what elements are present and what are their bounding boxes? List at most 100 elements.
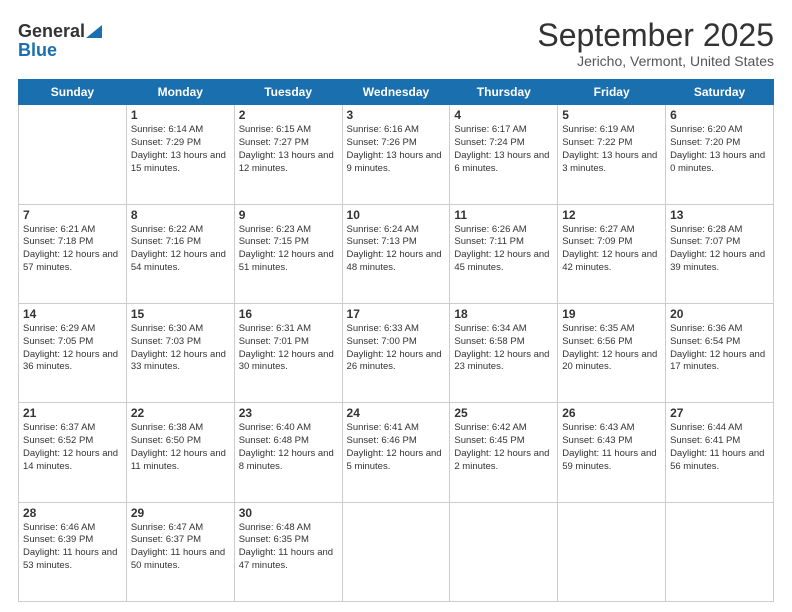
table-row: 11 Sunrise: 6:26 AM Sunset: 7:11 PM Dayli… bbox=[450, 204, 558, 303]
calendar-week-row: 21 Sunrise: 6:37 AM Sunset: 6:52 PM Dayli… bbox=[19, 403, 774, 502]
table-row bbox=[450, 502, 558, 601]
table-row: 1Sunrise: 6:14 AM Sunset: 7:29 PM Daylig… bbox=[126, 105, 234, 204]
day-number: 4 bbox=[454, 108, 553, 122]
table-row bbox=[666, 502, 774, 601]
day-number: 14 bbox=[23, 307, 122, 321]
cell-info: Sunrise: 6:37 AM Sunset: 6:52 PM Dayligh… bbox=[23, 422, 122, 473]
cell-info: Sunrise: 6:43 AM Sunset: 6:43 PM Dayligh… bbox=[562, 422, 661, 473]
day-number: 26 bbox=[562, 406, 661, 420]
calendar-table: Sunday Monday Tuesday Wednesday Thursday… bbox=[18, 79, 774, 602]
table-row: 4 Sunrise: 6:17 AM Sunset: 7:24 PM Daylig… bbox=[450, 105, 558, 204]
cell-info: Sunrise: 6:42 AM Sunset: 6:45 PM Dayligh… bbox=[454, 422, 553, 473]
day-number: 22 bbox=[131, 406, 230, 420]
table-row bbox=[342, 502, 450, 601]
day-number: 21 bbox=[23, 406, 122, 420]
col-tuesday: Tuesday bbox=[234, 80, 342, 105]
col-friday: Friday bbox=[558, 80, 666, 105]
day-number: 19 bbox=[562, 307, 661, 321]
table-row: 3Sunrise: 6:16 AM Sunset: 7:26 PM Daylig… bbox=[342, 105, 450, 204]
calendar-week-row: 7 Sunrise: 6:21 AM Sunset: 7:18 PM Daylig… bbox=[19, 204, 774, 303]
table-row: 6 Sunrise: 6:20 AM Sunset: 7:20 PM Daylig… bbox=[666, 105, 774, 204]
day-number: 30 bbox=[239, 506, 338, 520]
calendar-week-row: 1Sunrise: 6:14 AM Sunset: 7:29 PM Daylig… bbox=[19, 105, 774, 204]
logo-general: General bbox=[18, 22, 85, 40]
month-title: September 2025 bbox=[537, 18, 774, 53]
table-row: 5 Sunrise: 6:19 AM Sunset: 7:22 PM Daylig… bbox=[558, 105, 666, 204]
cell-info: Sunrise: 6:41 AM Sunset: 6:46 PM Dayligh… bbox=[347, 422, 446, 473]
cell-info: Sunrise: 6:28 AM Sunset: 7:07 PM Dayligh… bbox=[670, 224, 769, 275]
cell-info: Sunrise: 6:46 AM Sunset: 6:39 PM Dayligh… bbox=[23, 522, 122, 573]
col-wednesday: Wednesday bbox=[342, 80, 450, 105]
title-section: September 2025 Jericho, Vermont, United … bbox=[537, 18, 774, 69]
cell-info: Sunrise: 6:48 AM Sunset: 6:35 PM Dayligh… bbox=[239, 522, 338, 573]
day-number: 18 bbox=[454, 307, 553, 321]
cell-info: Sunrise: 6:14 AM Sunset: 7:29 PM Dayligh… bbox=[131, 124, 230, 175]
cell-info: Sunrise: 6:24 AM Sunset: 7:13 PM Dayligh… bbox=[347, 224, 446, 275]
table-row: 16 Sunrise: 6:31 AM Sunset: 7:01 PM Dayli… bbox=[234, 303, 342, 402]
day-number: 23 bbox=[239, 406, 338, 420]
cell-info: Sunrise: 6:31 AM Sunset: 7:01 PM Dayligh… bbox=[239, 323, 338, 374]
table-row: 22Sunrise: 6:38 AM Sunset: 6:50 PM Dayli… bbox=[126, 403, 234, 502]
table-row: 29 Sunrise: 6:47 AM Sunset: 6:37 PM Dayli… bbox=[126, 502, 234, 601]
cell-info: Sunrise: 6:27 AM Sunset: 7:09 PM Dayligh… bbox=[562, 224, 661, 275]
day-number: 17 bbox=[347, 307, 446, 321]
cell-info: Sunrise: 6:17 AM Sunset: 7:24 PM Dayligh… bbox=[454, 124, 553, 175]
cell-info: Sunrise: 6:30 AM Sunset: 7:03 PM Dayligh… bbox=[131, 323, 230, 374]
day-number: 15 bbox=[131, 307, 230, 321]
cell-info: Sunrise: 6:22 AM Sunset: 7:16 PM Dayligh… bbox=[131, 224, 230, 275]
cell-info: Sunrise: 6:34 AM Sunset: 6:58 PM Dayligh… bbox=[454, 323, 553, 374]
day-number: 20 bbox=[670, 307, 769, 321]
col-thursday: Thursday bbox=[450, 80, 558, 105]
table-row: 8 Sunrise: 6:22 AM Sunset: 7:16 PM Daylig… bbox=[126, 204, 234, 303]
table-row: 13Sunrise: 6:28 AM Sunset: 7:07 PM Dayli… bbox=[666, 204, 774, 303]
table-row: 10 Sunrise: 6:24 AM Sunset: 7:13 PM Dayli… bbox=[342, 204, 450, 303]
cell-info: Sunrise: 6:20 AM Sunset: 7:20 PM Dayligh… bbox=[670, 124, 769, 175]
table-row bbox=[19, 105, 127, 204]
table-row: 23 Sunrise: 6:40 AM Sunset: 6:48 PM Dayli… bbox=[234, 403, 342, 502]
table-row: 28 Sunrise: 6:46 AM Sunset: 6:39 PM Dayli… bbox=[19, 502, 127, 601]
day-number: 9 bbox=[239, 208, 338, 222]
day-number: 29 bbox=[131, 506, 230, 520]
table-row: 9 Sunrise: 6:23 AM Sunset: 7:15 PM Daylig… bbox=[234, 204, 342, 303]
cell-info: Sunrise: 6:36 AM Sunset: 6:54 PM Dayligh… bbox=[670, 323, 769, 374]
cell-info: Sunrise: 6:26 AM Sunset: 7:11 PM Dayligh… bbox=[454, 224, 553, 275]
cell-info: Sunrise: 6:47 AM Sunset: 6:37 PM Dayligh… bbox=[131, 522, 230, 573]
day-number: 25 bbox=[454, 406, 553, 420]
table-row: 19 Sunrise: 6:35 AM Sunset: 6:56 PM Dayli… bbox=[558, 303, 666, 402]
logo-icon bbox=[86, 25, 102, 38]
cell-info: Sunrise: 6:21 AM Sunset: 7:18 PM Dayligh… bbox=[23, 224, 122, 275]
day-number: 11 bbox=[454, 208, 553, 222]
day-number: 28 bbox=[23, 506, 122, 520]
cell-info: Sunrise: 6:29 AM Sunset: 7:05 PM Dayligh… bbox=[23, 323, 122, 374]
day-number: 6 bbox=[670, 108, 769, 122]
day-number: 10 bbox=[347, 208, 446, 222]
cell-info: Sunrise: 6:44 AM Sunset: 6:41 PM Dayligh… bbox=[670, 422, 769, 473]
table-row: 15 Sunrise: 6:30 AM Sunset: 7:03 PM Dayli… bbox=[126, 303, 234, 402]
cell-info: Sunrise: 6:35 AM Sunset: 6:56 PM Dayligh… bbox=[562, 323, 661, 374]
calendar-header-row: Sunday Monday Tuesday Wednesday Thursday… bbox=[19, 80, 774, 105]
calendar-week-row: 14 Sunrise: 6:29 AM Sunset: 7:05 PM Dayli… bbox=[19, 303, 774, 402]
day-number: 16 bbox=[239, 307, 338, 321]
day-number: 12 bbox=[562, 208, 661, 222]
cell-info: Sunrise: 6:15 AM Sunset: 7:27 PM Dayligh… bbox=[239, 124, 338, 175]
day-number: 8 bbox=[131, 208, 230, 222]
day-number: 7 bbox=[23, 208, 122, 222]
table-row: 25 Sunrise: 6:42 AM Sunset: 6:45 PM Dayli… bbox=[450, 403, 558, 502]
cell-info: Sunrise: 6:23 AM Sunset: 7:15 PM Dayligh… bbox=[239, 224, 338, 275]
table-row: 17 Sunrise: 6:33 AM Sunset: 7:00 PM Dayli… bbox=[342, 303, 450, 402]
table-row: 18 Sunrise: 6:34 AM Sunset: 6:58 PM Dayli… bbox=[450, 303, 558, 402]
col-sunday: Sunday bbox=[19, 80, 127, 105]
logo-blue: Blue bbox=[18, 41, 57, 59]
day-number: 5 bbox=[562, 108, 661, 122]
table-row: 24 Sunrise: 6:41 AM Sunset: 6:46 PM Dayli… bbox=[342, 403, 450, 502]
table-row: 26 Sunrise: 6:43 AM Sunset: 6:43 PM Dayli… bbox=[558, 403, 666, 502]
location-subtitle: Jericho, Vermont, United States bbox=[537, 53, 774, 69]
cell-info: Sunrise: 6:40 AM Sunset: 6:48 PM Dayligh… bbox=[239, 422, 338, 473]
table-row: 12 Sunrise: 6:27 AM Sunset: 7:09 PM Dayli… bbox=[558, 204, 666, 303]
cell-info: Sunrise: 6:19 AM Sunset: 7:22 PM Dayligh… bbox=[562, 124, 661, 175]
page-header: General Blue September 2025 Jericho, Ver… bbox=[18, 18, 774, 69]
day-number: 24 bbox=[347, 406, 446, 420]
table-row: 27Sunrise: 6:44 AM Sunset: 6:41 PM Dayli… bbox=[666, 403, 774, 502]
col-monday: Monday bbox=[126, 80, 234, 105]
cell-info: Sunrise: 6:33 AM Sunset: 7:00 PM Dayligh… bbox=[347, 323, 446, 374]
